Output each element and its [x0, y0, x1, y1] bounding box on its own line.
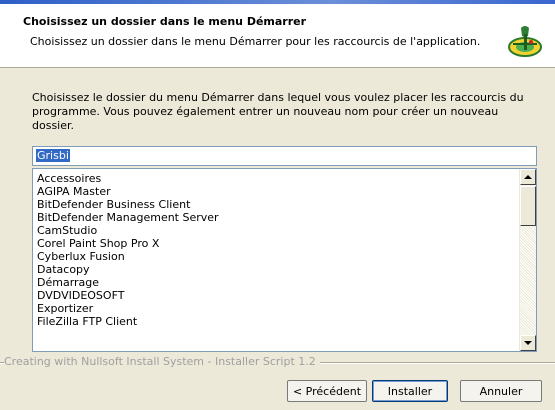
scroll-down-button[interactable] — [520, 335, 536, 351]
folder-name-value: Grisbi — [36, 149, 70, 162]
arrow-down-icon — [524, 341, 532, 345]
folder-list-item[interactable]: DVDVIDEOSOFT — [37, 289, 219, 302]
arrow-up-icon — [524, 175, 532, 179]
page-subtitle: Choisissez un dossier dans le menu Démar… — [30, 35, 481, 48]
back-button[interactable]: < Précédent — [287, 380, 367, 402]
branding-text: Creating with Nullsoft Install System - … — [4, 355, 320, 368]
folder-list-item[interactable]: FileZilla FTP Client — [37, 315, 219, 328]
folder-list-item[interactable]: Accessoires — [37, 172, 219, 185]
app-logo-icon — [508, 26, 542, 57]
folder-list-item[interactable]: BitDefender Business Client — [37, 198, 219, 211]
header-panel: Choisissez un dossier dans le menu Démar… — [0, 4, 555, 68]
folder-list-item[interactable]: Datacopy — [37, 263, 219, 276]
instruction-text: Choisissez le dossier du menu Démarrer d… — [32, 91, 524, 132]
cancel-button[interactable]: Annuler — [460, 380, 542, 402]
folder-list-item[interactable]: Cyberlux Fusion — [37, 250, 219, 263]
folder-list-item[interactable]: BitDefender Management Server — [37, 211, 219, 224]
scroll-up-button[interactable] — [520, 169, 536, 185]
folder-list-item[interactable]: Exportizer — [37, 302, 219, 315]
folder-list-item[interactable]: CamStudio — [37, 224, 219, 237]
folder-list-item[interactable]: Corel Paint Shop Pro X — [37, 237, 219, 250]
install-button[interactable]: Installer — [372, 380, 448, 402]
folder-list-item[interactable]: AGIPA Master — [37, 185, 219, 198]
list-scrollbar[interactable] — [519, 169, 536, 351]
installer-window: Choisissez un dossier dans le menu Démar… — [0, 0, 555, 410]
folder-list-items: Accessoires AGIPA Master BitDefender Busin… — [37, 172, 219, 328]
folder-name-input[interactable]: Grisbi — [32, 146, 537, 166]
folder-list-item[interactable]: Démarrage — [37, 276, 219, 289]
page-title: Choisissez un dossier dans le menu Démar… — [23, 15, 307, 28]
scroll-thumb[interactable] — [520, 186, 536, 226]
start-menu-folder-list[interactable]: Accessoires AGIPA Master BitDefender Busin… — [32, 168, 537, 352]
